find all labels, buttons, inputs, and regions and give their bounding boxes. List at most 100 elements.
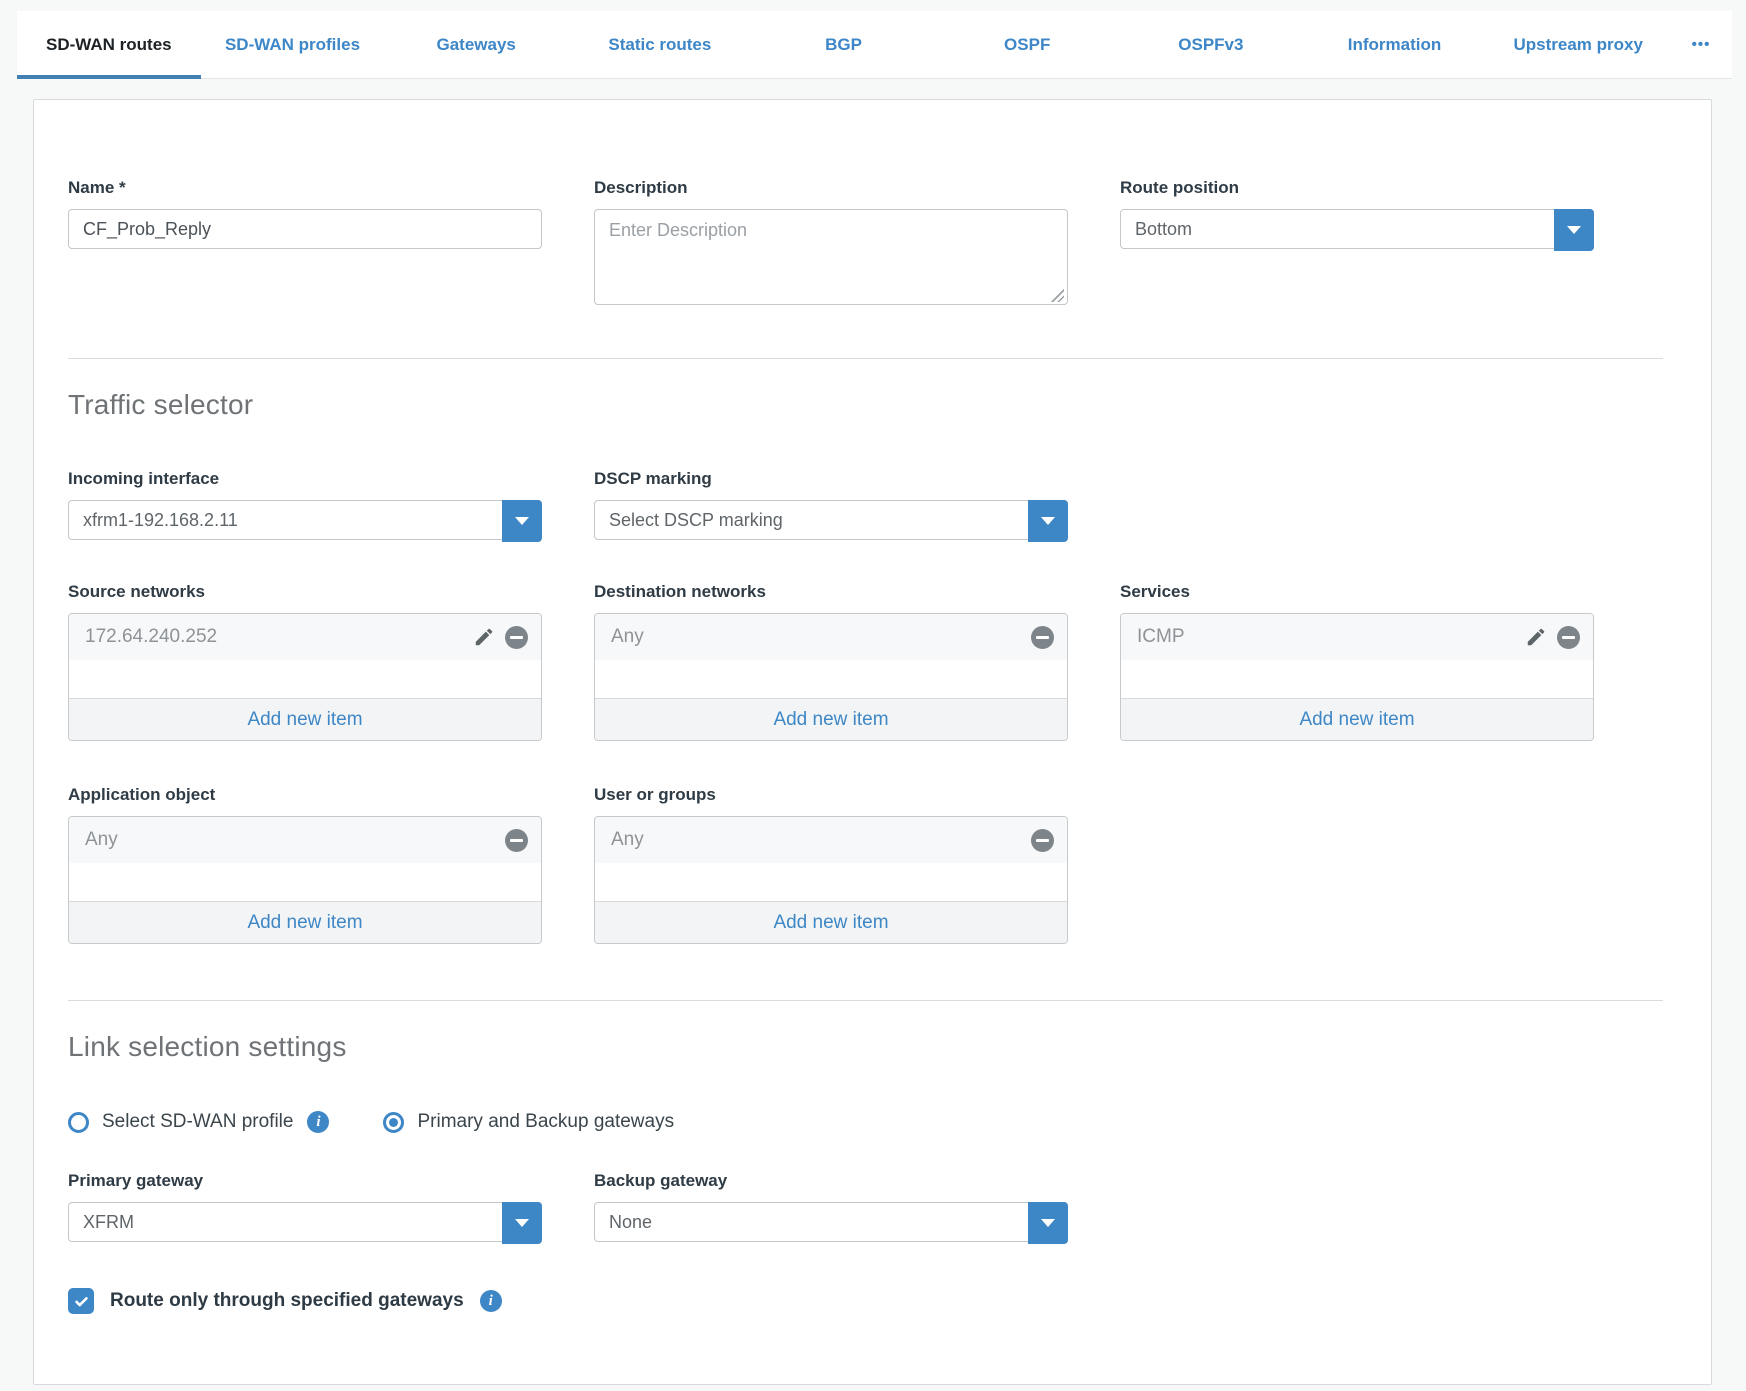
application-object-add-new-item-button[interactable]: Add new item — [69, 901, 541, 943]
incoming-interface-select[interactable]: xfrm1-192.168.2.11 — [68, 500, 542, 540]
edit-icon[interactable] — [472, 625, 496, 649]
radio-sdwan-profile-label: Select SD-WAN profile — [102, 1111, 293, 1133]
user-or-groups-add-new-item-button[interactable]: Add new item — [595, 901, 1067, 943]
user-or-groups-label: User or groups — [594, 785, 1068, 805]
description-field-group: Description — [594, 178, 1068, 310]
backup-gateway-dropdown-button[interactable] — [1028, 1202, 1068, 1244]
tab-sd-wan-routes[interactable]: SD-WAN routes — [17, 11, 201, 78]
networks-services-row: Source networks 172.64.240.252 Add new i… — [68, 582, 1663, 741]
source-networks-item: 172.64.240.252 — [69, 614, 541, 660]
radio-selected-icon — [383, 1112, 404, 1133]
tab-bgp[interactable]: BGP — [752, 11, 936, 78]
list-empty-space — [595, 660, 1067, 698]
info-icon[interactable]: i — [307, 1111, 329, 1133]
backup-gateway-field-group: Backup gateway None — [594, 1171, 1068, 1242]
source-networks-field-group: Source networks 172.64.240.252 Add new i… — [68, 582, 542, 741]
section-divider — [68, 358, 1663, 359]
route-position-value: Bottom — [1135, 219, 1192, 240]
destination-networks-item: Any — [595, 614, 1067, 660]
application-object-listbox: Any Add new item — [68, 816, 542, 944]
primary-gateway-label: Primary gateway — [68, 1171, 542, 1191]
route-position-label: Route position — [1120, 178, 1594, 198]
application-object-item-value: Any — [85, 829, 496, 851]
section-divider — [68, 1000, 1663, 1001]
route-position-field-group: Route position Bottom — [1120, 178, 1594, 249]
sd-wan-route-form-panel: Name * Description Route position Bottom… — [33, 99, 1712, 1385]
interface-dscp-row: Incoming interface xfrm1-192.168.2.11 DS… — [68, 469, 1663, 540]
remove-icon[interactable] — [505, 626, 528, 649]
list-empty-space — [69, 863, 541, 901]
remove-icon[interactable] — [1031, 626, 1054, 649]
route-only-checkbox-label: Route only through specified gateways — [110, 1290, 464, 1312]
caret-down-icon — [1567, 226, 1581, 234]
tab-gateways[interactable]: Gateways — [384, 11, 568, 78]
route-only-checkbox-row: Route only through specified gateways i — [68, 1288, 1663, 1314]
application-object-field-group: Application object Any Add new item — [68, 785, 542, 944]
tab-ospfv3[interactable]: OSPFv3 — [1119, 11, 1303, 78]
services-field-group: Services ICMP Add new item — [1120, 582, 1594, 741]
caret-down-icon — [1041, 1219, 1055, 1227]
basic-fields-row: Name * Description Route position Bottom — [68, 178, 1663, 310]
description-textarea[interactable] — [594, 209, 1068, 305]
source-networks-listbox: 172.64.240.252 Add new item — [68, 613, 542, 741]
services-label: Services — [1120, 582, 1594, 602]
incoming-interface-field-group: Incoming interface xfrm1-192.168.2.11 — [68, 469, 542, 540]
destination-networks-item-value: Any — [611, 626, 1022, 648]
user-or-groups-field-group: User or groups Any Add new item — [594, 785, 1068, 944]
description-label: Description — [594, 178, 1068, 198]
checkbox-checked-icon[interactable] — [68, 1288, 94, 1314]
services-item: ICMP — [1121, 614, 1593, 660]
route-position-select[interactable]: Bottom — [1120, 209, 1594, 249]
source-networks-add-new-item-button[interactable]: Add new item — [69, 698, 541, 740]
remove-icon[interactable] — [1557, 626, 1580, 649]
caret-down-icon — [515, 517, 529, 525]
destination-networks-listbox: Any Add new item — [594, 613, 1068, 741]
tab-static-routes[interactable]: Static routes — [568, 11, 752, 78]
gateways-row: Primary gateway XFRM Backup gateway None — [68, 1171, 1663, 1242]
primary-gateway-value: XFRM — [83, 1212, 134, 1233]
list-empty-space — [595, 863, 1067, 901]
remove-icon[interactable] — [1031, 829, 1054, 852]
tabs-more-icon[interactable]: ••• — [1670, 11, 1732, 78]
destination-networks-label: Destination networks — [594, 582, 1068, 602]
info-icon[interactable]: i — [480, 1290, 502, 1312]
services-add-new-item-button[interactable]: Add new item — [1121, 698, 1593, 740]
backup-gateway-select[interactable]: None — [594, 1202, 1068, 1242]
source-networks-item-value: 172.64.240.252 — [85, 626, 472, 648]
destination-networks-add-new-item-button[interactable]: Add new item — [595, 698, 1067, 740]
user-or-groups-item: Any — [595, 817, 1067, 863]
name-input[interactable] — [68, 209, 542, 249]
services-listbox: ICMP Add new item — [1120, 613, 1594, 741]
tab-sd-wan-profiles[interactable]: SD-WAN profiles — [201, 11, 385, 78]
backup-gateway-value: None — [609, 1212, 652, 1233]
primary-gateway-dropdown-button[interactable] — [502, 1202, 542, 1244]
dscp-marking-select[interactable]: Select DSCP marking — [594, 500, 1068, 540]
route-position-dropdown-button[interactable] — [1554, 209, 1594, 251]
primary-gateway-field-group: Primary gateway XFRM — [68, 1171, 542, 1242]
radio-primary-backup-gateways[interactable]: Primary and Backup gateways — [383, 1111, 674, 1133]
tab-information[interactable]: Information — [1303, 11, 1487, 78]
application-object-label: Application object — [68, 785, 542, 805]
dscp-marking-dropdown-button[interactable] — [1028, 500, 1068, 542]
user-or-groups-item-value: Any — [611, 829, 1022, 851]
primary-gateway-select[interactable]: XFRM — [68, 1202, 542, 1242]
backup-gateway-label: Backup gateway — [594, 1171, 1068, 1191]
radio-unselected-icon — [68, 1112, 89, 1133]
application-users-row: Application object Any Add new item User… — [68, 785, 1663, 944]
tab-bar: SD-WAN routes SD-WAN profiles Gateways S… — [17, 11, 1732, 79]
name-field-group: Name * — [68, 178, 542, 249]
destination-networks-field-group: Destination networks Any Add new item — [594, 582, 1068, 741]
services-item-value: ICMP — [1137, 626, 1524, 648]
tab-ospf[interactable]: OSPF — [935, 11, 1119, 78]
incoming-interface-dropdown-button[interactable] — [502, 500, 542, 542]
list-empty-space — [1121, 660, 1593, 698]
tab-upstream-proxy[interactable]: Upstream proxy — [1486, 11, 1670, 78]
user-or-groups-listbox: Any Add new item — [594, 816, 1068, 944]
remove-icon[interactable] — [505, 829, 528, 852]
radio-select-sdwan-profile[interactable]: Select SD-WAN profile — [68, 1111, 293, 1133]
caret-down-icon — [1041, 517, 1055, 525]
edit-icon[interactable] — [1524, 625, 1548, 649]
list-empty-space — [69, 660, 541, 698]
dscp-marking-label: DSCP marking — [594, 469, 1068, 489]
application-object-item: Any — [69, 817, 541, 863]
